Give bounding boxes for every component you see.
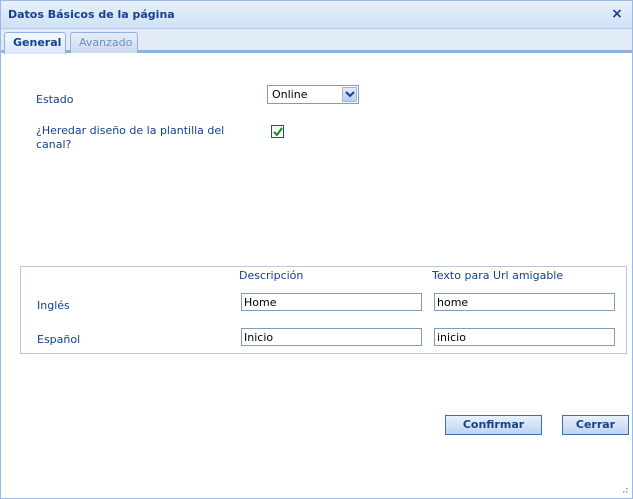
dialog-title: Datos Básicos de la página (8, 8, 175, 21)
url-input-espanol[interactable] (434, 328, 615, 346)
heredar-checkbox[interactable] (271, 125, 284, 138)
resize-grip-icon[interactable] (620, 486, 628, 494)
chevron-down-icon[interactable] (342, 87, 357, 102)
tab-general[interactable]: General (4, 32, 66, 54)
tab-avanzado[interactable]: Avanzado (70, 32, 138, 53)
checkmark-icon (273, 127, 283, 137)
confirm-button[interactable]: Confirmar (445, 415, 542, 435)
estado-label: Estado (36, 93, 74, 106)
tab-strip: General Avanzado (1, 29, 632, 54)
col-url-header: Texto para Url amigable (432, 269, 564, 282)
dialog-titlebar[interactable]: Datos Básicos de la página × (1, 1, 632, 29)
cerrar-button[interactable]: Cerrar (562, 415, 629, 435)
heredar-label-line1: ¿Heredar diseño de la plantilla del (36, 124, 225, 137)
descripcion-input-ingles[interactable] (241, 293, 422, 311)
dialog-window: Datos Básicos de la página × General Ava… (0, 0, 633, 499)
language-label-ingles: Inglés (37, 299, 70, 312)
heredar-label-line2: canal? (36, 138, 72, 151)
close-icon[interactable]: × (610, 6, 624, 22)
language-label-espanol: Español (37, 333, 81, 346)
estado-select[interactable]: Online (267, 85, 359, 104)
descripcion-input-espanol[interactable] (241, 328, 422, 346)
col-descripcion-header: Descripción (239, 269, 304, 282)
estado-selected-value: Online (272, 88, 308, 101)
url-input-ingles[interactable] (434, 293, 615, 311)
